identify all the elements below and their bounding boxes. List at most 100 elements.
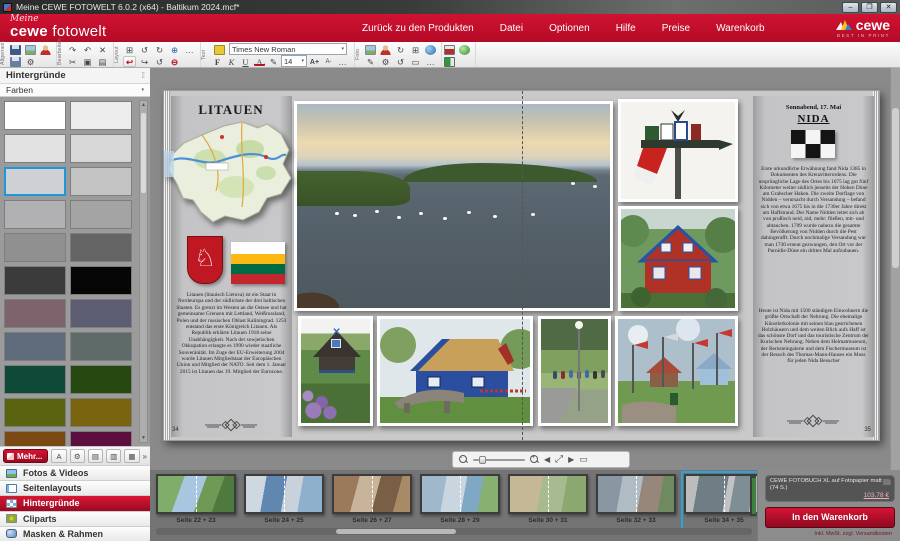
color-swatch-19[interactable] [70,398,132,427]
photo-blue-house-boat[interactable] [377,316,533,426]
add-page-icon[interactable]: ⊕ [168,44,181,55]
lithuania-flag-image[interactable] [231,242,285,284]
underline-button[interactable]: U [239,56,252,67]
left-page-body-text[interactable]: Litauen (litauisch Lietuva) ist ein Staa… [176,292,287,375]
sidebar-tab-4[interactable]: Masken & Rahmen [0,526,150,541]
view-double-button[interactable]: ▥ [106,449,121,463]
next-page-button[interactable]: ▶ [568,456,574,464]
photo-more-icon[interactable]: … [424,56,437,67]
sidebar-tab-3[interactable]: Cliparts [0,511,150,526]
undo-layout-icon[interactable]: ↩ [123,56,136,67]
pen-color-button[interactable]: ✎ [267,56,280,67]
sidebar-tab-2[interactable]: Hintergründe [0,495,150,510]
search-settings-button[interactable]: ⚙ [70,449,85,463]
scrollbar-thumb[interactable] [141,113,146,193]
print-icon[interactable] [443,44,456,55]
right-page-paragraph-1[interactable]: Erste urkundliche Erwähnung fand Nida 13… [758,166,869,254]
color-swatch-18[interactable] [4,398,66,427]
color-swatch-10[interactable] [4,266,66,295]
page-thumbnail-image[interactable] [156,474,236,514]
maximize-button[interactable]: ❐ [861,2,878,13]
photo-lagoon-swans[interactable] [294,101,613,311]
menu-item-2[interactable]: Optionen [549,23,590,34]
rotate-right-icon[interactable]: ↻ [153,44,166,55]
remove-image-icon[interactable]: ⊖ [168,56,181,67]
page-thumbnail-2[interactable]: Seite 26 + 27 [332,474,412,532]
web-photos-icon[interactable] [424,44,437,55]
page-thumbnail-5[interactable]: Seite 32 + 33 [596,474,676,532]
color-swatch-2[interactable] [4,134,66,163]
filmstrip-scrollbar[interactable] [156,528,752,535]
color-swatch-12[interactable] [4,299,66,328]
zoom-slider[interactable] [473,459,525,461]
category-dropdown[interactable]: Farben ▾ [0,84,150,97]
panel-view-icon[interactable]: ⊞ [409,44,422,55]
photo-red-house[interactable] [618,206,738,311]
bold-button[interactable]: F [211,56,224,67]
price-link[interactable]: 103,78 € [864,492,889,499]
panel-grip-icon[interactable]: ⁞⁞ [142,71,144,80]
color-swatch-17[interactable] [70,365,132,394]
view-grid-button[interactable]: ▦ [124,449,139,463]
edit-photo-icon[interactable]: ✎ [364,56,377,67]
right-page-title[interactable]: NIDA [758,113,869,125]
canvas-scrollbar-thumb[interactable] [892,108,899,268]
color-swatch-4[interactable] [4,167,66,196]
lithuania-map-image[interactable] [162,111,302,237]
color-swatch-20[interactable] [4,431,66,446]
copy-icon[interactable]: ▣ [81,56,94,67]
right-page-paragraph-2[interactable]: Heute ist Nida mit 1500 ständigen Einwoh… [758,308,869,365]
panel-overflow-icon[interactable]: » [143,452,147,461]
zoom-in-icon[interactable]: + [530,455,539,464]
scroll-up-icon[interactable]: ▲ [140,102,147,108]
photo-house-lilacs[interactable]: ✕ [298,316,373,426]
right-page-date[interactable]: Sonnabend, 17. Mai [758,104,869,111]
color-swatch-14[interactable] [4,332,66,361]
color-swatch-8[interactable] [4,233,66,262]
color-swatch-16[interactable] [4,365,66,394]
page-thumbnail-3[interactable]: Seite 28 + 29 [420,474,500,532]
color-swatch-21[interactable] [70,431,132,446]
color-swatch-3[interactable] [70,134,132,163]
fit-view-button[interactable]: ⤢ [555,455,563,465]
search-text-button[interactable]: A [51,449,66,463]
font-color-button[interactable]: A [253,56,266,67]
redo-icon[interactable]: ↷ [66,44,79,55]
spread-view-button[interactable]: ▭ [579,455,588,464]
page-thumbnail-0[interactable]: Seite 22 + 23 [156,474,236,532]
menu-item-0[interactable]: Zurück zu den Produkten [362,23,474,34]
rotate-photo-icon[interactable]: ↺ [394,56,407,67]
page-thumbnail-partial[interactable] [750,476,756,516]
page-thumbnail-4[interactable]: Seite 30 + 31 [508,474,588,532]
menu-item-4[interactable]: Preise [662,23,690,34]
color-swatch-15[interactable] [70,332,132,361]
zoom-out-icon[interactable]: - [459,455,468,464]
page-thumbnail-6[interactable]: Seite 34 + 35 [684,474,757,532]
right-page-column[interactable]: Sonnabend, 17. Mai NIDA Erste urkundlich… [753,96,874,437]
canvas-scrollbar[interactable] [890,68,900,470]
color-swatch-7[interactable] [70,200,132,229]
people-settings-icon[interactable]: ⚙ [379,56,392,67]
online-globe-icon[interactable] [458,44,471,55]
settings-gear-icon[interactable]: ⚙ [24,56,37,67]
italic-button[interactable]: K [225,56,238,67]
save-icon[interactable] [9,44,22,55]
menu-item-5[interactable]: Warenkorb [716,23,765,34]
open-project-icon[interactable] [24,44,37,55]
page-thumbnail-image[interactable] [332,474,412,514]
delete-icon[interactable]: ✕ [96,44,109,55]
product-price-box[interactable]: CEWE FOTOBUCH XL auf Fotopapier matt (74… [765,475,895,502]
swatch-scrollbar[interactable]: ▲ ▼ [139,100,148,443]
menu-item-1[interactable]: Datei [500,23,523,34]
text-more-icon[interactable]: … [336,56,349,67]
sidebar-tab-1[interactable]: Seitenlayouts [0,480,150,495]
page-thumbnail-1[interactable]: Seite 24 + 25 [244,474,324,532]
layout-more-icon[interactable]: … [183,44,196,55]
exit-icon[interactable] [443,56,456,67]
color-swatch-6[interactable] [4,200,66,229]
people-icon[interactable] [379,44,392,55]
sidebar-tab-0[interactable]: Fotos & Videos [0,465,150,480]
color-swatch-13[interactable] [70,299,132,328]
color-swatch-9[interactable] [70,233,132,262]
color-swatch-11[interactable] [70,266,132,295]
